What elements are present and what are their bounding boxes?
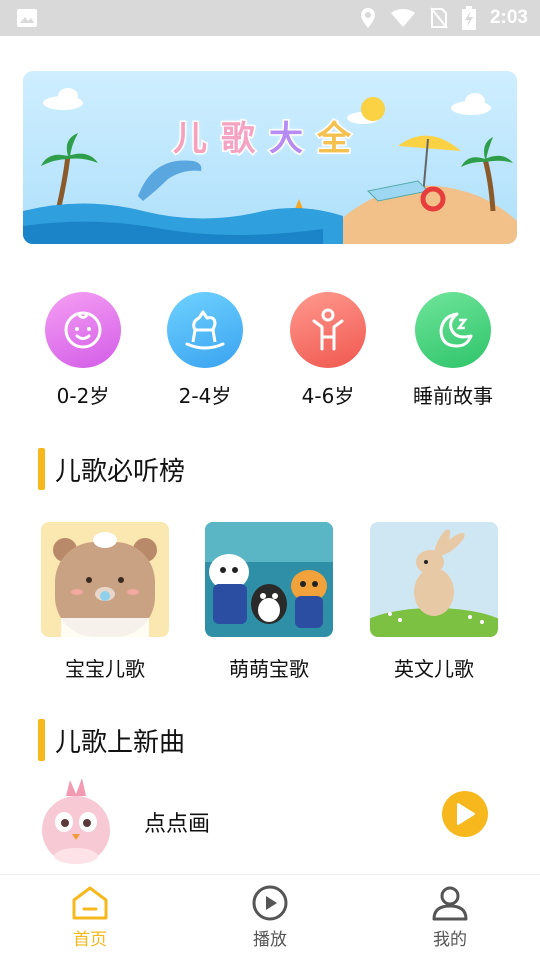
rocking-horse-icon [167,292,243,368]
cartoon-characters-illustration [205,522,333,637]
section-ranking-header: 儿歌必听榜 [38,448,185,490]
section-accent-bar [38,719,45,761]
category-label: 0-2岁 [56,384,110,408]
moon-sleep-icon [415,292,491,368]
status-bar: 2:03 [0,0,540,36]
pink-bird-illustration [36,776,116,866]
child-icon [290,292,366,368]
category-bedtime[interactable]: 睡前故事 [398,292,508,409]
home-icon [72,886,108,920]
category-label: 睡前故事 [413,384,493,408]
nav-home[interactable]: 首页 [30,885,150,950]
section-accent-bar [38,448,45,490]
section-new-songs-title: 儿歌上新曲 [55,727,186,758]
nav-mine[interactable]: 我的 [390,885,510,950]
ranking-label: 萌萌宝歌 [229,657,309,681]
banner-title-char: 全 [316,118,353,161]
category-2-4[interactable]: 2-4岁 [150,292,260,409]
bear-illustration [41,522,169,637]
age-categories: 0-2岁 2-4岁 4-6岁 睡前故事 [0,292,540,412]
status-time: 2:03 [489,7,528,28]
new-song-item[interactable]: 点点画 [0,776,540,868]
ranking-label: 英文儿歌 [394,657,474,681]
banner[interactable]: 儿 歌 大 全 [23,71,517,244]
play-icon [457,803,475,825]
baby-face-icon [45,292,121,368]
new-song-title: 点点画 [144,812,211,837]
nav-label: 我的 [433,930,467,950]
ranking-card-baby-songs[interactable]: 宝宝儿歌 [40,522,170,682]
ranking-card-cute-songs[interactable]: 萌萌宝歌 [204,522,334,682]
nav-label: 首页 [73,930,107,950]
nav-label: 播放 [253,930,287,950]
section-new-songs-header: 儿歌上新曲 [38,719,185,761]
banner-title-char: 儿 [172,118,209,161]
category-4-6[interactable]: 4-6岁 [273,292,383,409]
battery-charging-icon [461,6,476,30]
bunny-illustration [370,522,498,637]
location-icon [360,8,375,28]
ranking-label: 宝宝儿歌 [65,657,145,681]
section-ranking-title: 儿歌必听榜 [55,456,186,487]
user-icon [432,886,468,921]
image-icon [17,9,37,27]
nav-play[interactable]: 播放 [210,885,330,950]
banner-title-char: 歌 [220,118,257,161]
category-label: 2-4岁 [178,384,232,408]
no-sim-icon [430,7,448,29]
category-0-2[interactable]: 0-2岁 [28,292,138,409]
play-circle-icon [252,885,288,921]
banner-title-char: 大 [268,118,305,161]
wifi-icon [390,9,415,27]
play-button[interactable] [442,791,488,837]
ranking-card-english-songs[interactable]: 英文儿歌 [369,522,499,682]
category-label: 4-6岁 [301,384,355,408]
banner-title: 儿 歌 大 全 [172,111,353,161]
bottom-nav: 首页 播放 我的 [0,874,540,960]
